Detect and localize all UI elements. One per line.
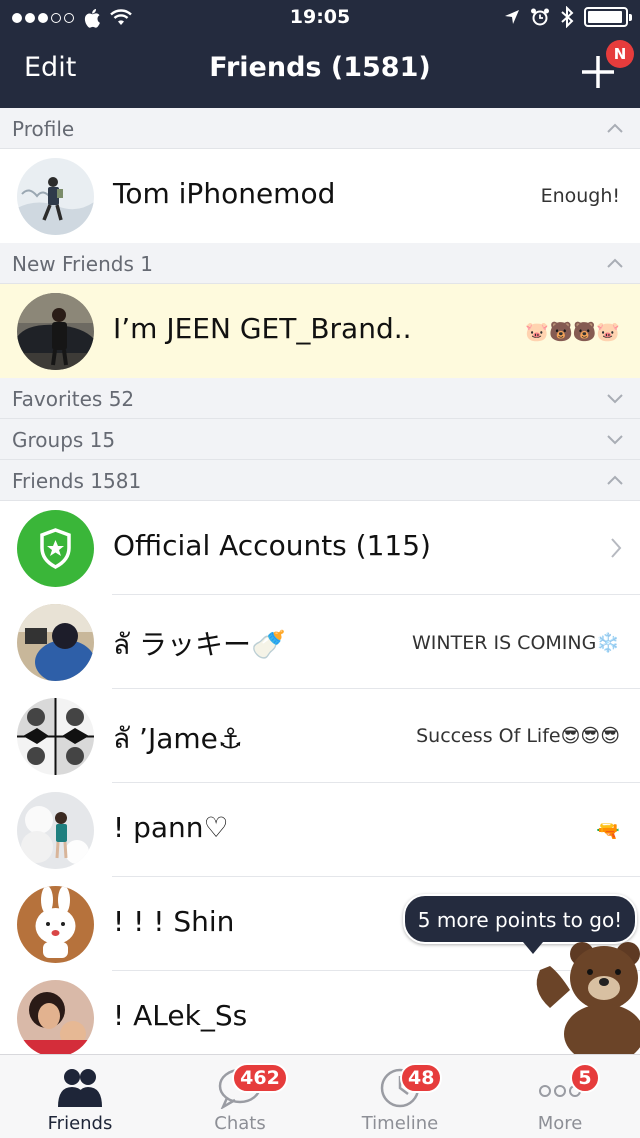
profile-row[interactable]: Tom iPhonemod Enough! — [0, 149, 640, 243]
alarm-clock-icon — [531, 8, 549, 26]
section-header-groups[interactable]: Groups 15 — [0, 419, 640, 460]
section-label: Favorites 52 — [12, 387, 135, 411]
tab-chats[interactable]: 462 Chats — [160, 1055, 320, 1138]
bluetooth-icon — [561, 6, 574, 28]
friend-name: ลั ラッキー🍼 — [113, 628, 286, 661]
chevron-up-icon — [607, 123, 623, 133]
section-label: Groups 15 — [12, 428, 116, 452]
chevron-up-icon — [607, 475, 623, 485]
tab-friends[interactable]: Friends — [0, 1055, 160, 1138]
section-header-friends[interactable]: Friends 1581 — [0, 460, 640, 501]
avatar — [17, 604, 94, 681]
page-title: Friends (1581) — [209, 52, 431, 83]
friend-name: ลั ’Jame⚓ — [113, 722, 243, 755]
section-header-favorites[interactable]: Favorites 52 — [0, 378, 640, 419]
profile-status-message: Enough! — [540, 185, 620, 207]
avatar — [17, 980, 94, 1054]
chevron-right-icon — [611, 538, 622, 558]
new-friend-status-message: 🐷🐻🐻🐷 — [525, 321, 620, 343]
friend-status-message: WINTER IS COMING❄️ — [412, 632, 620, 654]
chevron-up-icon — [607, 258, 623, 268]
avatar — [17, 792, 94, 869]
new-badge: N — [606, 40, 634, 68]
new-friend-name: I’m JEEN GET_Brand.. — [113, 312, 412, 345]
avatar — [17, 158, 94, 235]
more-badge: 5 — [570, 1063, 600, 1093]
top-bar: 19:05 Edit Friends (1581) N — [0, 0, 640, 108]
friend-row[interactable]: ลั ’Jame⚓ Success Of Life😎😎😎 — [0, 689, 640, 783]
profile-name: Tom iPhonemod — [113, 177, 336, 210]
official-accounts-icon — [17, 510, 94, 587]
new-friend-row[interactable]: I’m JEEN GET_Brand.. 🐷🐻🐻🐷 — [0, 284, 640, 378]
chevron-down-icon — [607, 435, 623, 445]
location-arrow-icon — [505, 10, 519, 24]
tab-label: More — [537, 1113, 583, 1134]
tab-label: Friends — [47, 1113, 113, 1134]
friend-name: ! ALek_Ss — [113, 999, 248, 1032]
avatar — [17, 698, 94, 775]
battery-icon — [584, 7, 632, 27]
section-header-new-friends[interactable]: New Friends 1 — [0, 243, 640, 284]
friend-status-message: Success Of Life😎😎😎 — [416, 725, 620, 747]
friend-name: ! ! ! Shin — [113, 905, 235, 938]
chevron-down-icon — [607, 394, 623, 404]
section-label: Profile — [12, 117, 75, 141]
tab-label: Chats — [214, 1113, 266, 1134]
friend-row[interactable]: ! pann♡ 🔫 — [0, 783, 640, 877]
official-accounts-label: Official Accounts (115) — [113, 529, 431, 562]
friend-row[interactable]: ลั ラッキー🍼 WINTER IS COMING❄️ — [0, 595, 640, 689]
friend-name: ! pann♡ — [113, 811, 229, 844]
official-accounts-row[interactable]: Official Accounts (115) — [0, 501, 640, 595]
section-label: New Friends 1 — [12, 252, 153, 276]
tab-bar: Friends 462 Chats 48 Timeline 5 More — [0, 1054, 640, 1138]
section-header-profile[interactable]: Profile — [0, 108, 640, 149]
avatar — [17, 886, 94, 963]
tab-timeline[interactable]: 48 Timeline — [320, 1055, 480, 1138]
friends-icon — [58, 1069, 102, 1107]
status-bar: 19:05 — [0, 0, 640, 36]
section-label: Friends 1581 — [12, 469, 142, 493]
avatar — [17, 293, 94, 370]
chats-unread-badge: 462 — [232, 1063, 288, 1093]
brown-bear-mascot-icon[interactable] — [520, 930, 640, 1054]
tab-label: Timeline — [361, 1113, 439, 1134]
tab-more[interactable]: 5 More — [480, 1055, 640, 1138]
timeline-badge: 48 — [400, 1063, 442, 1093]
friend-status-message: 🔫 — [596, 820, 620, 842]
